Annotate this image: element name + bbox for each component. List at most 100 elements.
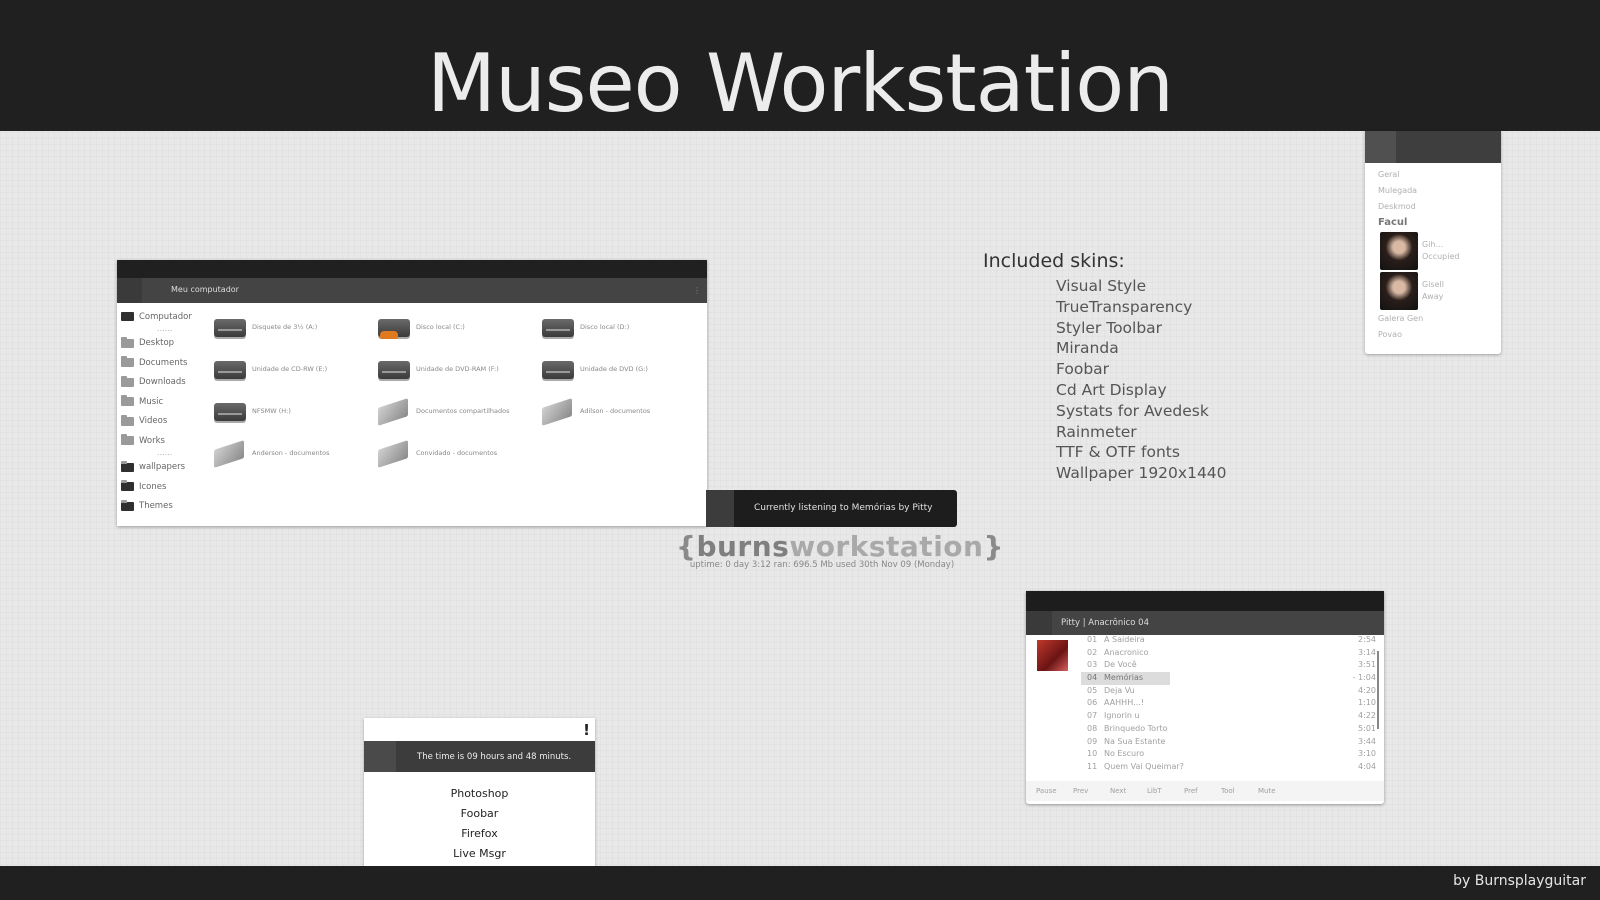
track-row[interactable]: 06 AAHHH...! 1:10 — [1081, 697, 1394, 710]
drive-item[interactable]: NFSMW (H:) — [212, 397, 291, 425]
app-launch-item[interactable]: Foobar — [364, 804, 595, 824]
drive-item[interactable]: Documentos compartilhados — [376, 397, 510, 425]
skin-item: TTF & OTF fonts — [1056, 443, 1180, 462]
track-row[interactable]: 02 Anacronico 3:14 — [1081, 647, 1394, 660]
track-duration: 4:04 — [1358, 761, 1376, 771]
control-button[interactable]: Pref — [1184, 787, 1211, 795]
image-folder-icon — [121, 499, 134, 511]
control-button[interactable]: Prev — [1073, 787, 1100, 795]
contact-group-active[interactable]: Facul — [1365, 215, 1501, 231]
track-list-scrollbar[interactable] — [1377, 651, 1379, 729]
drive-label: Unidade de CD-RW (E:) — [252, 365, 328, 373]
track-row[interactable]: 01 A Saideira 2:54 — [1081, 634, 1394, 647]
explorer-titlebar[interactable] — [117, 260, 707, 278]
control-button[interactable]: Tool — [1221, 787, 1248, 795]
contact-item[interactable]: Gisell Away — [1365, 271, 1501, 311]
folder-icon — [121, 414, 134, 426]
drive-item[interactable]: Adilson - documentos — [540, 397, 650, 425]
image-folder-icon — [121, 480, 134, 492]
contact-list-menu-button[interactable] — [1365, 131, 1396, 163]
skin-item: Styler Toolbar — [1056, 318, 1163, 337]
track-title: Memórias — [1104, 672, 1170, 685]
sidebar-item-label: Videos — [139, 416, 168, 427]
folder-icon — [121, 395, 134, 407]
footer-bar: by Burnsplayguitar — [0, 866, 1600, 900]
track-row[interactable]: 03 De Você 3:51 — [1081, 659, 1394, 672]
drive-icon — [212, 397, 248, 425]
explorer-sidebar: Computador...... Desktop Documents Download… — [121, 307, 201, 516]
drive-item[interactable]: Disco local (D:) — [540, 313, 629, 341]
drive-item[interactable]: Disquete de 3½ (A:) — [212, 313, 317, 341]
page-title: Museo Workstation — [427, 37, 1174, 130]
shared-folder-icon — [376, 439, 412, 467]
contact-status: Away — [1422, 292, 1444, 301]
contact-list-header[interactable] — [1365, 131, 1501, 163]
drive-item[interactable]: Disco local (C:) — [376, 313, 465, 341]
alert-icon[interactable]: ! — [583, 721, 590, 739]
track-title: No Escuro — [1104, 749, 1145, 759]
track-duration: 3:14 — [1358, 647, 1376, 657]
track-row[interactable]: 11 Quem Vai Queimar? 4:04 — [1081, 761, 1394, 774]
contact-item[interactable]: Gih... Occupied — [1365, 231, 1501, 271]
track-row[interactable]: 07 Ignorin u 4:22 — [1081, 710, 1394, 723]
sidebar-item[interactable]: Documents — [121, 353, 201, 373]
foobar-titlebar[interactable] — [1026, 591, 1384, 611]
track-number: 04 — [1081, 672, 1104, 685]
contact-group[interactable]: Deskmod — [1365, 199, 1501, 215]
control-button[interactable]: Mute — [1258, 787, 1285, 795]
skin-item: Visual Style — [1056, 277, 1147, 295]
sidebar-item[interactable]: Icones — [121, 477, 201, 497]
app-launch-item[interactable]: Firefox — [364, 824, 595, 844]
track-title: De Você — [1104, 660, 1137, 670]
contact-group[interactable]: Geral — [1365, 167, 1501, 183]
skin-item: Systats for Avedesk — [1056, 401, 1209, 420]
control-button[interactable]: LibT — [1147, 787, 1174, 795]
shared-folder-icon — [376, 397, 412, 425]
track-title: Ignorin u — [1104, 711, 1140, 721]
track-row[interactable]: 10 No Escuro 3:10 — [1081, 748, 1394, 761]
app-launch-item[interactable]: Photoshop — [364, 784, 595, 804]
folder-icon — [121, 336, 134, 348]
sidebar-item[interactable]: Downloads — [121, 373, 201, 393]
track-list: 01 A Saideira 2:54 02 Anacronico 3:14 03 De Voc… — [1081, 634, 1394, 774]
clock-bar-handle[interactable] — [364, 741, 396, 772]
sidebar-item[interactable]: wallpapers — [121, 458, 201, 478]
sidebar-item[interactable]: Desktop — [121, 334, 201, 354]
foobar-menu-button[interactable] — [1026, 611, 1052, 635]
skin-item: Cd Art Display — [1056, 380, 1167, 399]
track-row[interactable]: 04 Memórias - 1:04 — [1081, 672, 1394, 685]
brand-close: } — [983, 530, 1004, 563]
contact-info: Gisell Away — [1422, 279, 1444, 303]
sidebar-item[interactable]: Themes — [121, 497, 201, 517]
shared-folder-icon — [212, 439, 248, 467]
sidebar-item[interactable]: Music — [121, 392, 201, 412]
contact-group[interactable]: Mulegada — [1365, 183, 1501, 199]
explorer-path: Meu computador — [171, 285, 239, 294]
track-row[interactable]: 05 Deja Vu 4:20 — [1081, 685, 1394, 698]
track-row[interactable]: 08 Brinquedo Torto 5:01 — [1081, 723, 1394, 736]
image-folder-icon — [121, 460, 134, 472]
control-button[interactable]: Pause — [1036, 787, 1063, 795]
contact-group[interactable]: Povao — [1365, 327, 1501, 343]
drive-item[interactable]: Anderson - documentos — [212, 439, 329, 467]
app-launch-item[interactable]: Live Msgr — [364, 844, 595, 864]
shared-folder-icon — [540, 397, 576, 425]
back-button[interactable] — [117, 278, 142, 303]
control-button[interactable]: Next — [1110, 787, 1137, 795]
track-number: 09 — [1087, 736, 1098, 746]
track-title: A Saideira — [1104, 635, 1145, 644]
track-row[interactable]: 09 Na Sua Estante 3:44 — [1081, 736, 1394, 749]
folder-icon — [121, 375, 134, 387]
album-info: Pitty | Anacrônico 04 — [1061, 618, 1149, 628]
clock-text: The time is 09 hours and 48 minuts. — [417, 752, 572, 762]
drive-item[interactable]: Unidade de DVD (G:) — [540, 355, 648, 383]
contact-group[interactable]: Galera Gen — [1365, 311, 1501, 327]
skins-title: Included skins: — [983, 250, 1125, 272]
sidebar-item[interactable]: Videos — [121, 412, 201, 432]
drive-item[interactable]: Unidade de DVD-RAM (F:) — [376, 355, 499, 383]
drive-item[interactable]: Unidade de CD-RW (E:) — [212, 355, 327, 383]
sidebar-item-label: Documents — [139, 357, 188, 368]
track-duration: 1:10 — [1358, 698, 1376, 708]
now-playing-handle[interactable] — [706, 490, 734, 527]
drive-item[interactable]: Convidado - documentos — [376, 439, 497, 467]
